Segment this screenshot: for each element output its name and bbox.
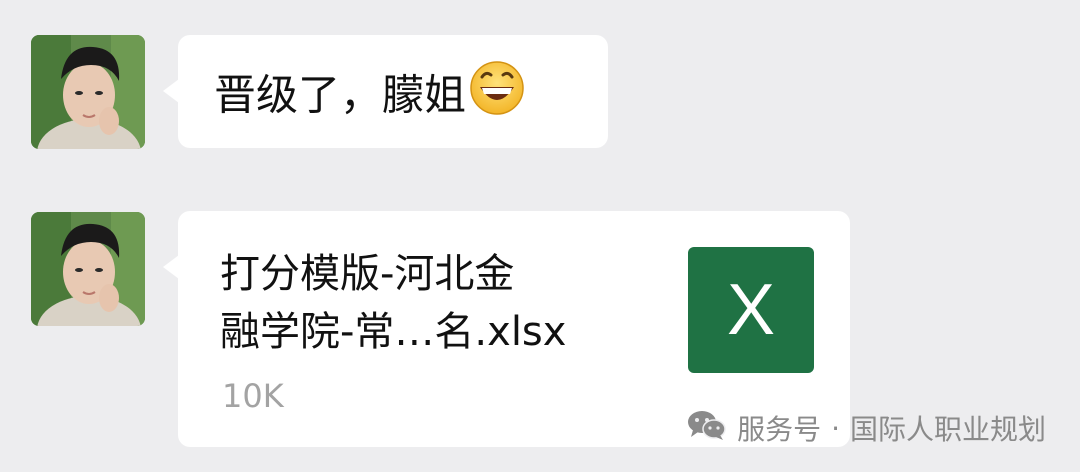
- text-message-bubble[interactable]: 晋级了，朦姐: [163, 35, 608, 148]
- watermark-label: 服务号: [737, 413, 822, 446]
- file-name: 打分模版-河北金 融学院-常…名.xlsx: [220, 245, 600, 361]
- watermark-account: 国际人职业规划: [849, 413, 1046, 446]
- file-size: 10K: [222, 377, 284, 415]
- avatar-photo: [31, 212, 145, 326]
- message-row: 晋级了，朦姐: [0, 35, 1080, 150]
- watermark-separator: ·: [831, 411, 840, 445]
- avatar[interactable]: [31, 35, 145, 149]
- watermark: 服务号 · 国际人职业规划: [687, 408, 1046, 448]
- wechat-icon: [687, 409, 727, 448]
- file-name-line-1: 打分模版-河北金: [220, 251, 515, 297]
- excel-file-icon: X: [688, 247, 814, 373]
- excel-icon-letter: X: [726, 270, 776, 350]
- file-name-line-2: 融学院-常…名.xlsx: [220, 309, 567, 355]
- avatar[interactable]: [31, 212, 145, 326]
- grinning-face-emoji-icon: [468, 57, 526, 131]
- message-text: 晋级了，朦姐: [214, 61, 526, 135]
- chat-area: 晋级了，朦姐 打分模版-河北金 融学院-常…名.xlsx 10K X 服务号 ·…: [0, 0, 1080, 472]
- avatar-photo: [31, 35, 145, 149]
- message-text-content: 晋级了，朦姐: [214, 70, 467, 120]
